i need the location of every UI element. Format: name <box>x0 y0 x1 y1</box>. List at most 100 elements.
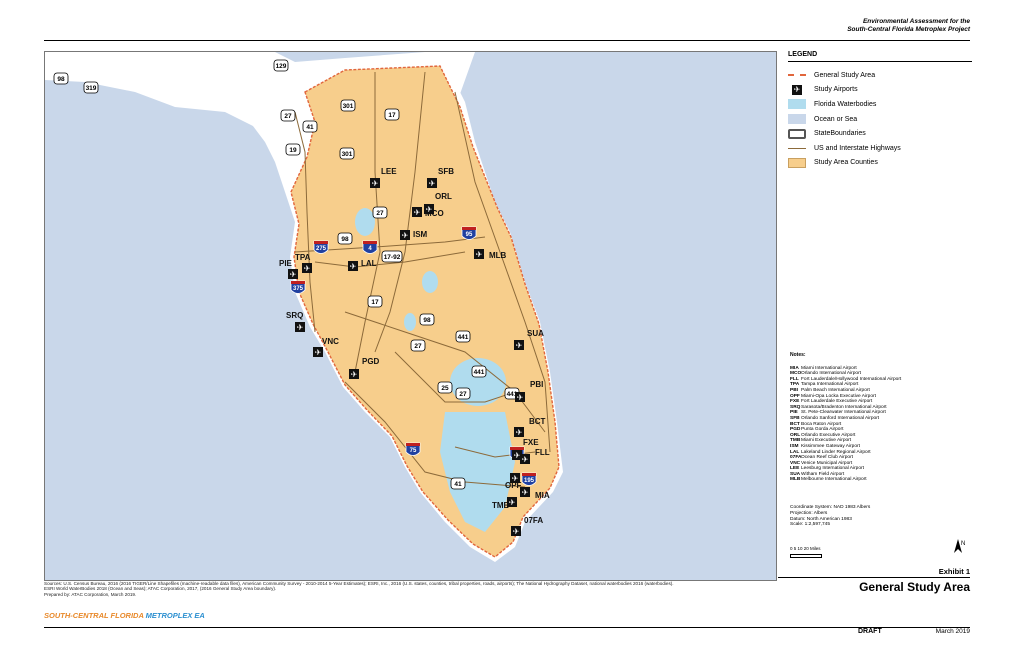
airport-label: FXE <box>523 438 539 447</box>
airport-marker[interactable]: ✈ MCO <box>412 207 444 218</box>
header-line-1: Environmental Assessment for the <box>862 18 970 25</box>
legend-label: Study Airports <box>814 86 858 94</box>
us-route-shield: 19 <box>285 143 301 156</box>
plane-glyph-icon: ✈ <box>516 428 523 437</box>
interstate-shield: 195 <box>521 472 537 486</box>
interstate-number: 375 <box>293 286 304 292</box>
airport-label: ORL <box>435 192 452 201</box>
airport-label: PGD <box>362 357 380 366</box>
scale-text: Scale: 1:2,597,745 <box>790 522 831 528</box>
airport-label: SUA <box>527 329 544 338</box>
legend-item-counties: Study Area Counties <box>788 156 972 171</box>
legend-label: US and Interstate Highways <box>814 144 901 152</box>
airport-label: TPA <box>295 253 311 262</box>
brand-part-1: SOUTH-CENTRAL FLORIDA <box>44 611 146 620</box>
route-number: 27 <box>459 391 467 398</box>
legend-item-state-boundaries: StateBoundaries <box>788 126 972 141</box>
plane-glyph-icon: ✈ <box>509 498 516 507</box>
route-number: 301 <box>342 151 353 158</box>
airport-marker[interactable]: ✈ ISM <box>400 230 428 240</box>
scale-bar-labels: 0 5 10 20 Miles <box>790 546 821 551</box>
interstate-number: 95 <box>466 232 473 238</box>
ocean-swatch-icon <box>788 114 806 125</box>
route-number: 27 <box>376 210 384 217</box>
lake-waterbody <box>355 208 375 236</box>
airport-code: MLB <box>790 477 801 483</box>
route-number: 25 <box>441 385 449 392</box>
interstate-shield-top <box>406 443 420 446</box>
dashed-line-icon <box>788 74 806 77</box>
airport-label: BCT <box>529 417 546 426</box>
route-number: 17 <box>371 299 379 306</box>
us-route-shield: 41 <box>450 477 466 490</box>
us-route-shield: 27 <box>410 339 426 352</box>
footer-divider <box>44 627 970 628</box>
plane-glyph-icon: ✈ <box>522 455 529 464</box>
route-number: 19 <box>289 147 297 154</box>
us-route-shield: 301 <box>340 99 356 112</box>
us-route-shield: 17 <box>384 108 400 121</box>
airport-name: Melbourne International Airport <box>801 477 867 483</box>
interstate-shield-top <box>363 241 377 244</box>
projection-info: Coordinate System: NAD 1983 Albers Proje… <box>790 505 870 528</box>
coordinate-system: Coordinate System: NAD 1983 Albers <box>790 505 871 510</box>
us-route-shield: 441 <box>471 365 487 378</box>
map-legend: LEGEND General Study Area ✈ Study Airpor… <box>788 51 972 170</box>
exhibit-number: Exhibit 1 <box>938 567 970 576</box>
route-number: 98 <box>57 76 65 83</box>
route-number: 441 <box>474 369 485 376</box>
airport-label: 07FA <box>524 516 543 525</box>
airport-label: FLL <box>535 448 550 457</box>
notes-block: Notes: MIA Miami International Airport MCO… <box>790 352 970 483</box>
airport-marker[interactable]: ✈ MLB <box>474 249 507 260</box>
interstate-number: 195 <box>524 478 535 484</box>
us-route-shield: 129 <box>273 59 289 72</box>
route-number: 17-92 <box>384 254 401 261</box>
interstate-shield-top <box>291 281 305 284</box>
north-arrow-icon: N <box>950 537 966 562</box>
legend-label: General Study Area <box>814 71 876 79</box>
map-frame[interactable]: 98 319 129 301 27 41 17 19 301 27 98 17-92 17 98 27 441… <box>44 51 777 581</box>
state-boundary-swatch-icon <box>788 128 806 139</box>
header-divider <box>44 40 970 41</box>
route-number: 41 <box>306 124 314 131</box>
route-number: 98 <box>341 236 349 243</box>
scale-bar <box>790 554 822 558</box>
legend-item-airports: ✈ Study Airports <box>788 83 972 98</box>
route-number: 27 <box>284 113 292 120</box>
county-swatch-icon <box>788 157 806 168</box>
interstate-number: 75 <box>410 448 417 454</box>
interstate-shield: 95 <box>461 226 477 240</box>
florida-map[interactable]: 9831912930127411719301279817-92179827441… <box>45 52 776 580</box>
interstate-shield-top <box>462 227 476 230</box>
legend-title: LEGEND <box>788 51 972 62</box>
brand-part-2: METROPLEX EA <box>145 611 205 620</box>
report-header: Environmental Assessment for the South-C… <box>847 18 970 34</box>
airport-label: MLB <box>489 251 507 260</box>
plane-glyph-icon: ✈ <box>304 264 311 273</box>
airport-label: VNC <box>322 337 339 346</box>
us-route-shield: 41 <box>302 120 318 133</box>
airport-label: SRQ <box>286 311 303 320</box>
legend-item-ocean: Ocean or Sea <box>788 112 972 127</box>
interstate-shield: 75 <box>405 442 421 456</box>
plane-glyph-icon: ✈ <box>402 231 409 240</box>
highway-line-icon <box>788 147 806 149</box>
airport-label: PIE <box>279 259 293 268</box>
airport-label: SFB <box>438 167 454 176</box>
plane-glyph-icon: ✈ <box>513 527 520 536</box>
plane-glyph-icon: ✈ <box>517 393 524 402</box>
plane-glyph-icon: ✈ <box>350 262 357 271</box>
sources-line-3: Prepared by: ATAC Corporation, March 201… <box>44 591 137 597</box>
plane-glyph-icon: ✈ <box>414 208 421 217</box>
airport-label: OPF <box>505 481 522 490</box>
plane-glyph-icon: ✈ <box>516 341 523 350</box>
route-number: 17 <box>388 112 396 119</box>
lake-waterbody <box>422 271 438 293</box>
us-route-shield: 27 <box>280 109 296 122</box>
exhibit-divider <box>778 577 970 578</box>
project-brand: SOUTH-CENTRAL FLORIDA METROPLEX EA <box>44 611 205 620</box>
airport-note-row: MLB Melbourne International Airport <box>790 477 970 483</box>
airport-code-list: MIA Miami International Airport MCO Orlando… <box>790 366 970 483</box>
airport-label: TMB <box>492 501 510 510</box>
